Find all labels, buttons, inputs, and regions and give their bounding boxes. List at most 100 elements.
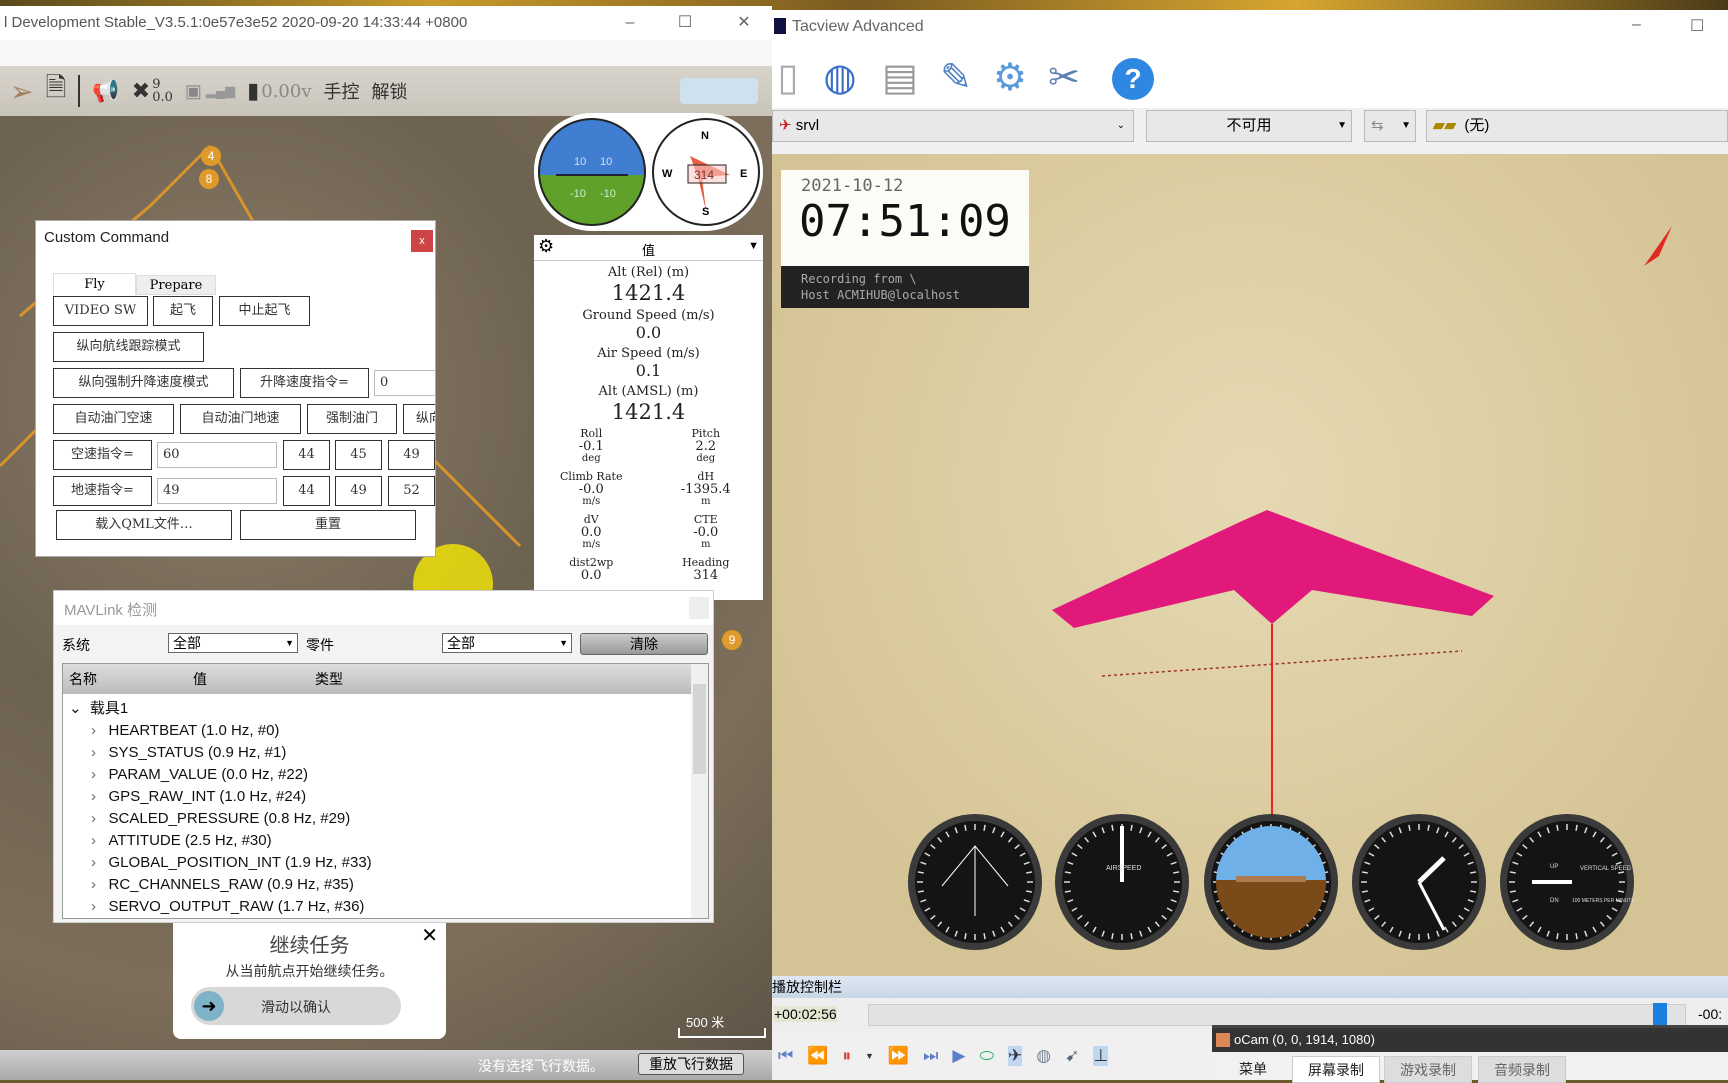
load-qml-button[interactable]: 载入QML文件… [56,510,232,540]
help-icon[interactable]: ? [1112,58,1154,100]
3d-view[interactable]: 2021-10-12 07:51:09 Recording from \ Hos… [772,154,1728,976]
skip-start-icon[interactable]: ⏮ [778,1046,793,1066]
playback-controls: ⏮ ⏪ ⏸ ▼ ⏩ ⏭ ▶ ⬭ ✈ ◍ ➹ ⊥ [772,1032,1212,1080]
rewind-icon[interactable]: ⏪ [807,1046,828,1066]
minimize-button[interactable]: – [610,6,650,40]
gear-icon[interactable]: ⚙ [538,236,554,257]
waypoint-marker[interactable]: 8 [199,169,219,189]
close-button[interactable]: x [411,230,433,252]
waypoint-marker[interactable]: 9 [722,630,742,650]
close-button[interactable] [689,597,709,619]
scrollbar-thumb[interactable] [693,684,706,774]
component-select[interactable]: 全部 ▼ [442,633,572,653]
dropdown-arrow-icon[interactable]: ▼ [748,240,759,252]
cockpit-view-icon[interactable]: ⬭ [979,1046,994,1066]
notepad-pen-icon[interactable]: ✎ [932,52,980,104]
message-row[interactable]: › GLOBAL_POSITION_INT (1.9 Hz, #33) [91,852,372,874]
camera-select[interactable]: 不可用 ▼ [1146,110,1352,142]
message-row[interactable]: › HEARTBEAT (1.0 Hz, #0) [91,720,279,742]
waypoint-marker[interactable]: 4 [201,146,221,166]
auto-throttle-airspeed-button[interactable]: 自动油门空速 [53,404,174,434]
value-cell: Roll -0.1 deg [534,427,649,464]
clear-button[interactable]: 清除 [580,633,708,655]
tools-icon[interactable]: ✂ [1040,52,1088,104]
minimize-button[interactable]: – [1632,16,1641,34]
message-row[interactable]: › SYS_STATUS (0.9 Hz, #1) [91,742,286,764]
missile-icon[interactable]: ➹ [1065,1046,1079,1066]
column-type[interactable]: 类型 [315,664,343,694]
ocam-tab[interactable]: 菜单 [1222,1056,1284,1083]
message-row[interactable]: › GPS_RAW_INT (1.0 Hz, #24) [91,786,306,808]
link-select[interactable]: ⇆ ▼ [1364,110,1416,142]
document-search-icon[interactable]: 🗎 [45,69,66,113]
rc-transmitter-icon[interactable]: ▣ [185,81,202,102]
gps-satellite-icon[interactable]: ✖ [132,78,150,104]
slide-to-confirm[interactable]: ➜ 滑动以确认 [191,987,401,1025]
climb-rate-input[interactable]: 0 [374,370,435,396]
flight-mode[interactable]: 手控 [324,78,360,104]
ocam-tab[interactable]: 屏幕录制 [1292,1056,1380,1083]
groundspeed-command-button[interactable]: 地速指令= [53,476,152,506]
airspeed-preset-button[interactable]: 49 [388,440,435,470]
airspeed-command-button[interactable]: 空速指令= [53,440,152,470]
track-mode-button[interactable]: 纵向航线跟踪模式 [53,332,204,362]
usb-drive-icon[interactable]: ▯ [764,52,812,104]
force-throttle-button[interactable]: 强制油门 [307,404,397,434]
reset-button[interactable]: 重置 [240,510,416,540]
layer-select[interactable]: ▰▰ (无) [1426,110,1728,142]
arm-status[interactable]: 解锁 [372,78,408,104]
fighter-jet-icon[interactable]: ✈ [1008,1046,1023,1066]
takeoff-button[interactable]: 起飞 [153,296,213,326]
ocam-logo-icon [1216,1033,1230,1047]
airspeed-preset-button[interactable]: 45 [335,440,382,470]
aircraft-on-stand-icon[interactable]: ⊥ [1093,1046,1109,1066]
gear-icon[interactable]: ⚙ [986,52,1034,104]
globe-network-icon[interactable]: ◍ [816,52,864,104]
scrollbar[interactable] [691,664,708,918]
megaphone-icon[interactable]: 📢 [92,78,119,104]
object-select[interactable]: ✈ srvl ⌄ [772,110,1134,142]
value-cell-unit: deg [581,453,601,464]
groundspeed-preset-button[interactable]: 49 [335,476,382,506]
abort-takeoff-button[interactable]: 中止起飞 [219,296,310,326]
fast-forward-icon[interactable]: ⏩ [888,1046,909,1066]
message-row[interactable]: › PARAM_VALUE (0.0 Hz, #22) [91,764,308,786]
message-row[interactable]: › SCALED_PRESSURE (0.8 Hz, #29) [91,808,350,830]
message-row[interactable]: › ATTITUDE (2.5 Hz, #30) [91,830,272,852]
column-name[interactable]: 名称 [69,664,97,694]
airspeed-preset-button[interactable]: 44 [283,440,330,470]
globe-icon[interactable]: ◍ [1036,1046,1051,1066]
pause-icon[interactable]: ⏸ [842,1046,851,1066]
timeline-slider[interactable] [868,1003,1686,1029]
document-icon[interactable]: ▤ [876,52,924,104]
system-select[interactable]: 全部 ▼ [168,633,298,653]
ocam-tab[interactable]: 音频录制 [1478,1056,1566,1083]
message-row[interactable]: › SERVO_OUTPUT_RAW (1.7 Hz, #36) [91,896,364,918]
column-value[interactable]: 值 [193,664,207,694]
maximize-button[interactable]: ☐ [665,6,705,40]
video-switch-button[interactable]: VIDEO SW [53,296,148,326]
message-row[interactable]: › RC_CHANNELS_RAW (0.9 Hz, #35) [91,874,354,896]
auto-throttle-groundspeed-button[interactable]: 自动油门地速 [180,404,301,434]
tab-prepare[interactable]: Prepare [136,275,216,295]
airspeed-input[interactable]: 60 [157,442,277,468]
climb-command-button[interactable]: 升降速度指令= [240,368,369,398]
value-cell-value: -0.0 [578,482,604,497]
skip-end-icon[interactable]: ⏭ [923,1046,938,1066]
groundspeed-preset-button[interactable]: 44 [283,476,330,506]
battery-icon[interactable]: ▮ [247,78,259,104]
play-icon[interactable]: ▶ [952,1046,965,1066]
close-button[interactable]: ✕ [724,6,764,40]
paper-plane-icon[interactable]: ➢ [10,75,33,108]
climb-mode-button[interactable]: 纵向强制升降速度模式 [53,368,234,398]
tree-vehicle[interactable]: ⌄ 载具1 [69,698,128,720]
groundspeed-input[interactable]: 49 [157,478,277,504]
close-button[interactable]: ✕ [421,923,438,948]
groundspeed-preset-button[interactable]: 52 [388,476,435,506]
longitudinal-button[interactable]: 纵向 [403,404,435,434]
maximize-button[interactable]: ☐ [1690,16,1704,36]
replay-flight-data-button[interactable]: 重放飞行数据 [638,1053,744,1075]
dropdown-arrow-icon[interactable]: ▼ [865,1051,874,1061]
tab-fly[interactable]: Fly [53,273,136,295]
ocam-tab[interactable]: 游戏录制 [1384,1056,1472,1083]
